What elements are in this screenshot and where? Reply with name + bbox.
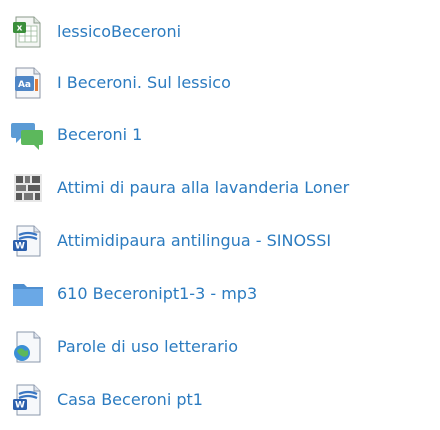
file-link-label[interactable]: 610 Beceronipt1-3 - mp3: [57, 283, 257, 305]
svg-text:W: W: [15, 242, 25, 252]
file-item-casa-beceroni-pt1[interactable]: W Casa Beceroni pt1: [0, 380, 440, 420]
file-item-i-beceroni-sul-lessico[interactable]: Aa I Beceroni. Sul lessico: [0, 63, 440, 103]
file-link-label[interactable]: Beceroni 1: [57, 124, 142, 146]
file-item-attimi-di-paura-lavanderia[interactable]: Attimi di paura alla lavanderia Loner: [0, 168, 440, 208]
file-list: x lessicoBeceroni Aa I Beceroni. Sul les…: [0, 0, 440, 430]
file-item-attimidipaura-antilingua-sinossi[interactable]: W Attimidipaura antilingua - SINOSSI: [0, 221, 440, 261]
file-link-label[interactable]: Attimidipaura antilingua - SINOSSI: [57, 230, 331, 252]
svg-text:Aa: Aa: [18, 80, 31, 90]
svg-text:x: x: [17, 24, 23, 34]
file-link-label[interactable]: Parole di uso letterario: [57, 336, 238, 358]
file-link-label[interactable]: Attimi di paura alla lavanderia Loner: [57, 177, 349, 199]
spreadsheet-icon: x: [10, 14, 46, 50]
file-item-610-beceronipt1-3-mp3[interactable]: 610 Beceronipt1-3 - mp3: [0, 274, 440, 314]
file-item-beceroni-1[interactable]: Beceroni 1: [0, 115, 440, 155]
svg-text:W: W: [15, 401, 25, 411]
web-link-icon: [10, 329, 46, 365]
file-item-lessico-beceroni[interactable]: x lessicoBeceroni: [0, 12, 440, 52]
file-item-parole-di-uso-letterario[interactable]: Parole di uso letterario: [0, 327, 440, 367]
folder-icon: [10, 276, 46, 312]
file-link-label[interactable]: lessicoBeceroni: [57, 21, 181, 43]
discussion-forum-icon: [10, 117, 46, 153]
word-document-icon: W: [10, 382, 46, 418]
file-link-label[interactable]: Casa Beceroni pt1: [57, 389, 203, 411]
interactive-activity-icon: [10, 170, 46, 206]
file-link-label[interactable]: I Beceroni. Sul lessico: [57, 72, 231, 94]
presentation-icon: Aa: [10, 65, 46, 101]
word-document-icon: W: [10, 223, 46, 259]
